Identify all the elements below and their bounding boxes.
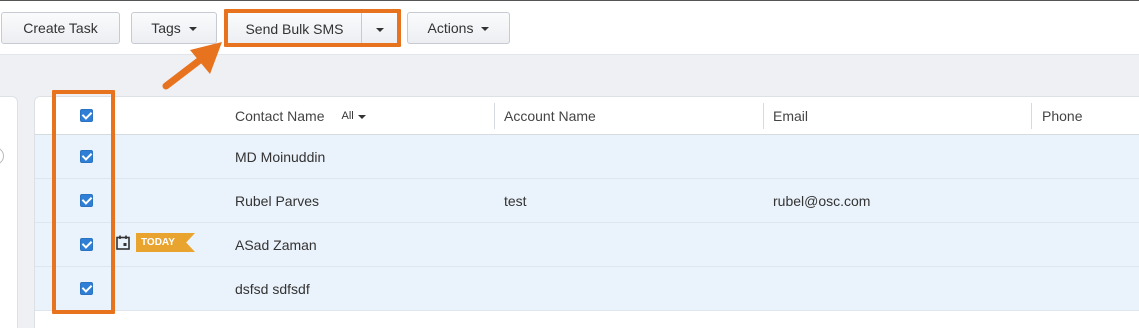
row-checkbox[interactable]	[80, 194, 93, 207]
column-divider	[494, 103, 495, 129]
column-email[interactable]: Email	[773, 97, 808, 134]
today-badge-label: TODAY	[141, 237, 175, 248]
select-all-checkbox[interactable]	[80, 109, 93, 122]
actions-label: Actions	[427, 20, 474, 36]
row-checkbox[interactable]	[80, 238, 93, 251]
table-row[interactable]: MD Moinuddin	[35, 135, 1139, 179]
table-row[interactable]: ASad Zaman	[35, 223, 1139, 267]
send-bulk-sms-button[interactable]: Send Bulk SMS	[228, 13, 361, 44]
contacts-table: Contact Name All Account Name Email Phon…	[34, 96, 1139, 328]
column-contact-name[interactable]: Contact Name All	[235, 97, 366, 134]
column-label: Email	[773, 107, 809, 124]
email-cell: rubel@osc.com	[773, 192, 871, 209]
column-label: Account Name	[504, 107, 596, 124]
row-checkbox[interactable]	[80, 150, 93, 163]
column-label: Phone	[1042, 107, 1083, 124]
caret-down-icon	[357, 114, 366, 119]
create-task-button[interactable]: Create Task	[1, 12, 120, 44]
table-row[interactable]: Rubel Parves test rubel@osc.com	[35, 179, 1139, 223]
today-badge: TODAY	[136, 233, 195, 252]
contact-name-cell[interactable]: ASad Zaman	[235, 223, 317, 266]
column-label: Contact Name	[235, 107, 325, 124]
row-checkbox[interactable]	[80, 282, 93, 295]
column-account-name[interactable]: Account Name	[504, 97, 596, 134]
contact-name-cell[interactable]: MD Moinuddin	[235, 135, 325, 178]
table-header: Contact Name All Account Name Email Phon…	[35, 97, 1139, 135]
create-task-label: Create Task	[23, 20, 98, 36]
contact-name-cell[interactable]: Rubel Parves	[235, 179, 319, 222]
column-phone[interactable]: Phone	[1042, 97, 1082, 134]
caret-down-icon	[481, 27, 490, 31]
filter-label: All	[341, 109, 354, 122]
caret-down-icon	[188, 27, 197, 31]
calendar-icon[interactable]	[116, 235, 130, 250]
actions-button[interactable]: Actions	[407, 12, 510, 44]
side-panel	[0, 96, 18, 328]
send-bulk-sms-label: Send Bulk SMS	[245, 20, 344, 37]
contact-name-cell[interactable]: dsfsd sdfsdf	[235, 267, 310, 310]
caret-down-icon	[376, 27, 384, 32]
column-divider	[763, 103, 764, 129]
table-row[interactable]: dsfsd sdfsdf	[35, 267, 1139, 311]
send-bulk-sms-split-button[interactable]: Send Bulk SMS	[228, 13, 398, 44]
arrow-annotation	[162, 42, 222, 90]
column-divider	[1031, 103, 1032, 129]
send-bulk-sms-dropdown-button[interactable]	[361, 13, 398, 44]
filter-dropdown[interactable]: All	[341, 109, 366, 122]
tags-label: Tags	[151, 20, 181, 36]
account-name-cell: test	[504, 192, 527, 209]
